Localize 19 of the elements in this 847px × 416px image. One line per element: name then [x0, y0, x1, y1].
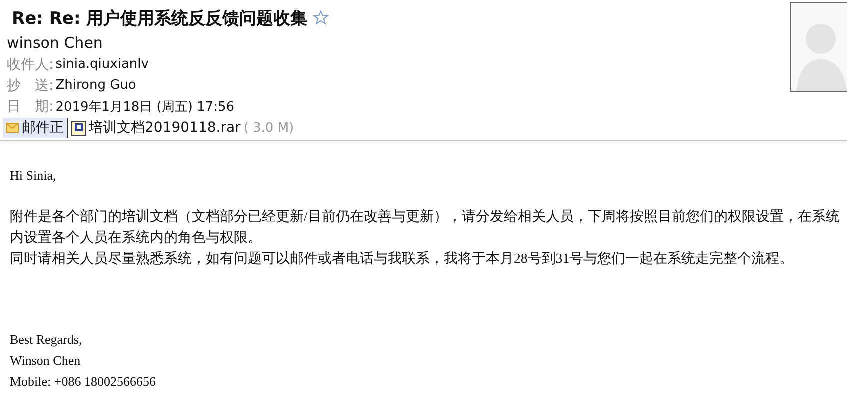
file-icon: [71, 120, 86, 136]
message-tab[interactable]: 邮件正: [3, 118, 68, 138]
field-value: Zhirong Guo: [56, 78, 136, 93]
signature-line: Best Regards,: [10, 331, 84, 349]
signature-line: Mobile: +086 18002566656: [10, 373, 157, 391]
sender-name[interactable]: winson Chen: [7, 32, 103, 54]
field-value: 2019年1月18日 (周五) 17:56: [56, 98, 234, 116]
body-paragraph: 附件是各个部门的培训文档（文档部分已经更新/目前仍在改善与更新），请分发给相关人员，下周将按照目前您们的权限设置，在系统内设置各个人员在系统内的角色与权限。: [10, 208, 841, 247]
greeting-text: Hi Sinia,: [10, 167, 58, 185]
body-paragraph: 同时请相关人员尽量熟悉系统，如有问题可以邮件或者电话与我联系，我将于本月28号到31号与您们一起在系统走完整个流程。: [10, 250, 795, 268]
field-value: sinia.qiuxianlv: [56, 57, 149, 72]
field-label: 抄 送:: [7, 76, 54, 94]
field-label: 收件人:: [7, 56, 54, 74]
field-label: 日 期:: [7, 98, 54, 116]
message-tab[interactable]: 培训文档20190118.rar ( 3.0 M): [68, 118, 298, 138]
signature-line: Winson Chen: [10, 352, 82, 370]
star-icon[interactable]: [312, 10, 329, 26]
email-subject: Re: Re: 用户使用系统反反馈问题收集: [11, 8, 308, 30]
envelope-icon: [6, 123, 19, 133]
